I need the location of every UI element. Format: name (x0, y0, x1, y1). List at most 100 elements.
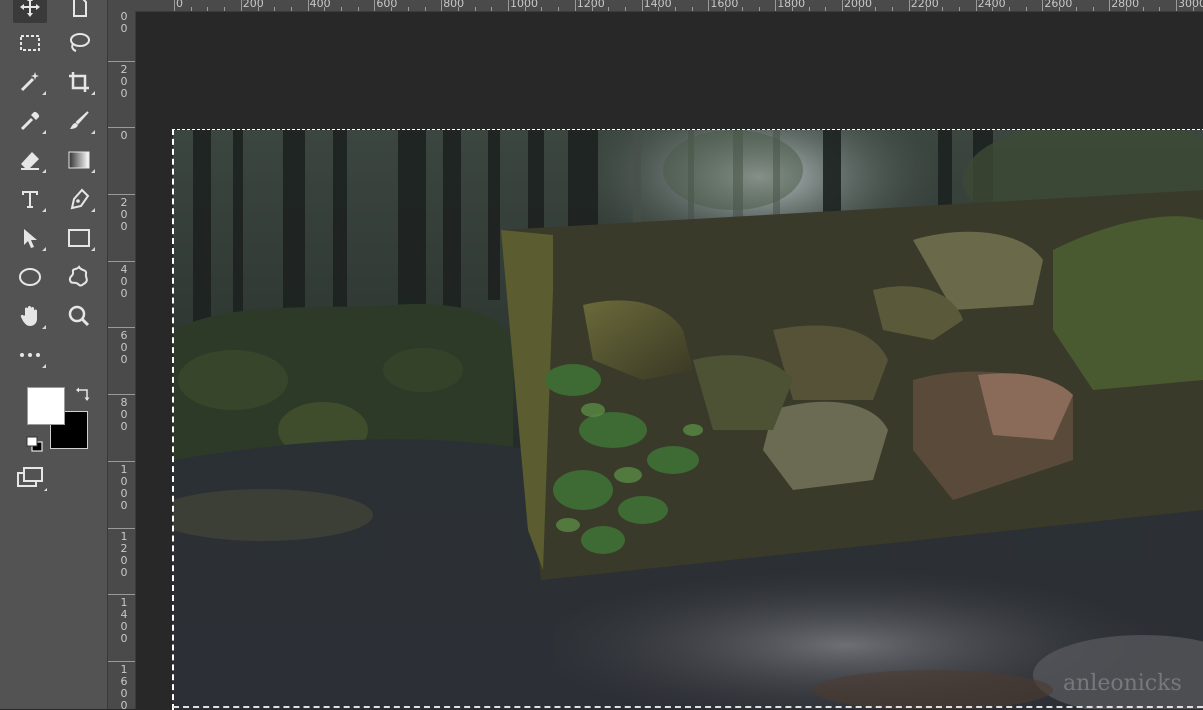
custom-shape-tool-button[interactable] (62, 261, 96, 293)
eraser-tool-button[interactable] (13, 144, 47, 176)
artboard-icon (73, 0, 87, 17)
ruler-top-minor-tick (958, 7, 960, 11)
ruler-top-minor-tick (558, 7, 560, 11)
ellipse-tool-button[interactable] (13, 261, 47, 293)
ruler-top-minor-tick (424, 7, 426, 11)
ellipse-icon (19, 268, 41, 286)
ruler-top-tick (842, 0, 843, 11)
ruler-top-minor-tick (224, 7, 226, 11)
ruler-top-minor-tick (1092, 7, 1094, 11)
more-icon (20, 353, 40, 357)
ruler-top-tick (240, 0, 242, 11)
ruler-top-minor-tick (290, 7, 292, 11)
ruler-top-minor-tick (457, 7, 459, 11)
ruler-left-tick (108, 327, 135, 328)
rectangle-icon (68, 229, 90, 247)
ruler-top-minor-tick (675, 7, 676, 11)
ruler-top-minor-tick (1159, 7, 1161, 11)
hand-tool-button[interactable] (13, 300, 47, 332)
ruler-top-minor-tick (407, 7, 409, 11)
rectangle-tool-button[interactable] (62, 222, 96, 254)
marquee-icon (20, 35, 40, 51)
move-icon (20, 0, 40, 17)
ruler-top-tick (975, 0, 977, 11)
hand-icon (20, 306, 37, 326)
default-colors-icon[interactable] (26, 436, 44, 452)
lasso-tool-button[interactable] (62, 27, 96, 59)
crop-icon (69, 72, 89, 92)
ruler-top-minor-tick (391, 7, 393, 11)
ruler-top-minor-tick (324, 7, 326, 11)
ruler-left-label: 1 4 0 0 (120, 596, 128, 645)
ruler-left-label: 0 (120, 129, 128, 142)
ruler-left-tick (108, 261, 135, 262)
ruler-top-minor-tick (274, 7, 276, 11)
ruler-top-minor-tick (1075, 7, 1077, 11)
ruler-top-tick (374, 0, 376, 11)
eyedropper-icon (20, 111, 40, 131)
ruler-left-label: 2 0 0 (120, 63, 128, 100)
eyedropper-tool-button[interactable] (13, 105, 47, 137)
ruler-top-minor-tick (1059, 7, 1061, 11)
ruler-top-minor-tick (925, 7, 927, 11)
ruler-top-minor-tick (591, 7, 593, 11)
magic-wand-tool-button[interactable] (13, 66, 47, 98)
pen-tool-button[interactable] (62, 183, 96, 215)
ruler-left-tick (108, 528, 135, 529)
edit-toolbar-button[interactable] (13, 339, 47, 371)
ruler-top-tick (708, 0, 710, 11)
path-selection-tool-button[interactable] (13, 222, 47, 254)
ruler-top-tick (307, 0, 309, 11)
foreground-color-swatch[interactable] (27, 387, 65, 425)
ruler-left-tick (108, 394, 135, 395)
ruler-left-tick (108, 194, 135, 195)
custom-shape-icon (68, 265, 88, 287)
ruler-left-tick (108, 461, 135, 462)
rectangular-marquee-tool-button[interactable] (13, 27, 47, 59)
ruler-left-label: 2 0 0 (120, 196, 128, 233)
ruler-top-minor-tick (190, 7, 192, 11)
swap-colors-icon[interactable] (74, 386, 92, 404)
brush-tool-button[interactable] (62, 105, 96, 137)
vertical-ruler[interactable]: 0 0 2 0 0 0 2 0 0 4 0 0 6 0 0 8 0 0 1 0 0 0 1 2 … (108, 11, 136, 709)
ruler-top-label: 200 (242, 0, 264, 10)
ruler-top-minor-tick (992, 7, 994, 11)
ruler-top-minor-tick (892, 7, 894, 11)
type-icon (22, 191, 38, 208)
ruler-top-minor-tick (725, 7, 727, 11)
ruler-top-tick (1109, 0, 1111, 11)
ruler-top-tick (574, 0, 576, 11)
ruler-left-tick (108, 61, 135, 62)
ruler-top-label: 800 (443, 0, 465, 10)
ruler-top-minor-tick (1125, 7, 1127, 11)
ruler-top-minor-tick (624, 7, 626, 11)
ruler-top-minor-tick (1142, 7, 1144, 11)
move-tool-button[interactable] (13, 0, 47, 23)
zoom-tool-button[interactable] (62, 300, 96, 332)
horizontal-ruler[interactable]: 0 200 400 600 800 1000 1200 1400 1600 1800 2000 220… (108, 0, 1203, 12)
ruler-top-tick (775, 0, 777, 11)
gradient-tool-button[interactable] (62, 144, 96, 176)
ruler-top-tick (1176, 0, 1177, 11)
ruler-top-minor-tick (858, 7, 860, 11)
ruler-top-minor-tick (808, 7, 810, 11)
ruler-top-label: 3000 (1178, 0, 1203, 10)
ruler-top-minor-tick (741, 7, 743, 11)
artboard-tool-button[interactable] (62, 0, 96, 23)
path-select-icon (24, 229, 37, 248)
ruler-left-label: 6 0 0 (120, 329, 128, 366)
ruler-top-minor-tick (825, 7, 827, 11)
ruler-top-minor-tick (1192, 7, 1194, 11)
screen-mode-icon[interactable] (14, 463, 48, 493)
ruler-left-label: 1 0 0 0 (120, 463, 128, 512)
document-canvas[interactable]: anleonicks (173, 130, 1203, 709)
crop-tool-button[interactable] (62, 66, 96, 98)
forest-stream-photo: anleonicks (173, 130, 1203, 709)
ruler-top-minor-tick (758, 7, 760, 11)
ruler-top-minor-tick (341, 7, 342, 11)
type-tool-button[interactable] (13, 183, 47, 215)
ruler-top-label: 600 (376, 0, 398, 10)
ruler-left-tick (108, 661, 135, 662)
ruler-top-minor-tick (942, 7, 944, 11)
ruler-top-minor-tick (875, 7, 877, 11)
